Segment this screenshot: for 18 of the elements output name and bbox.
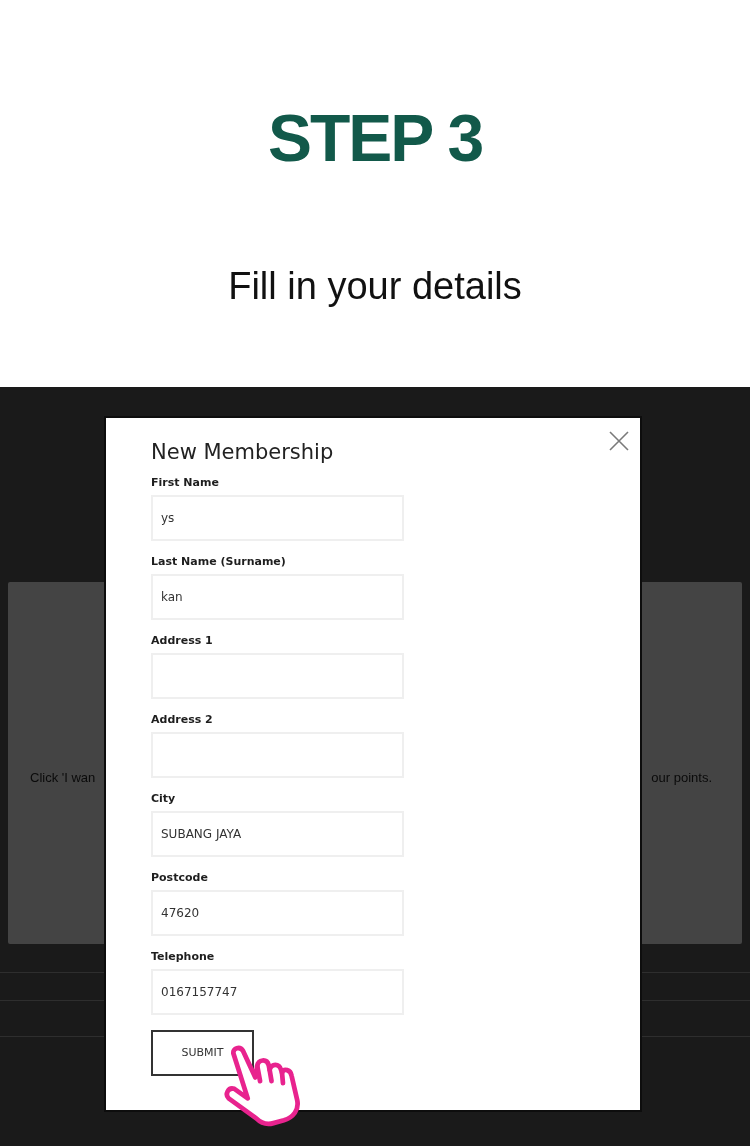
modal-title: New Membership <box>151 440 334 464</box>
field-label: Telephone <box>151 950 216 964</box>
close-icon[interactable] <box>609 431 629 451</box>
field-label: Last Name (Surname) <box>151 555 287 569</box>
field-label: Postcode <box>151 871 209 885</box>
text-field[interactable]: 0167157747 <box>151 969 404 1015</box>
field-label: Address 2 <box>151 713 214 727</box>
text-field[interactable]: kan <box>151 574 404 620</box>
panel-text: our points. <box>651 770 712 786</box>
text-field[interactable]: SUBANG JAYA <box>151 811 404 857</box>
field-label: City <box>151 792 177 806</box>
step-subtitle: Fill in your details <box>228 267 522 305</box>
field-label: First Name <box>151 476 220 490</box>
submit-button[interactable]: SUBMIT <box>151 1030 254 1076</box>
text-field[interactable]: ys <box>151 495 404 541</box>
field-label: Address 1 <box>151 634 214 648</box>
step-title: STEP 3 <box>267 104 483 172</box>
text-field[interactable]: 47620 <box>151 890 404 936</box>
